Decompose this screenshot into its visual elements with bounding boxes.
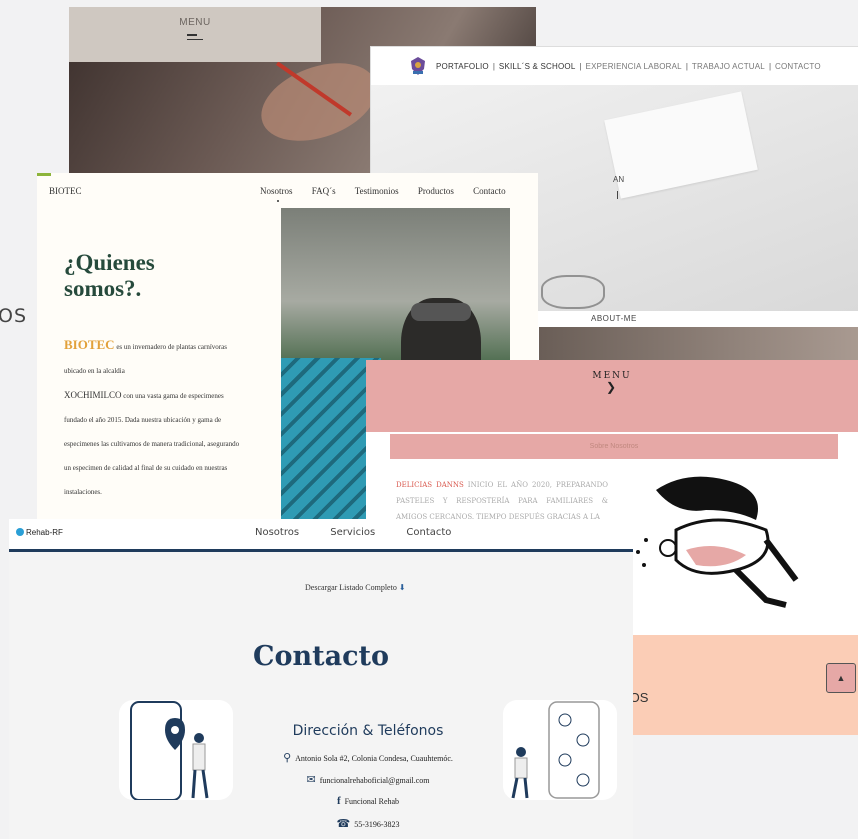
- download-icon: ⬇: [398, 583, 406, 592]
- address-line: ⚲ Antonio Sola #2, Colonia Condesa, Cuauh…: [283, 752, 453, 764]
- hand-image: [250, 48, 388, 156]
- logo-icon: [16, 528, 24, 536]
- nav-contacto[interactable]: CONTACTO: [775, 62, 821, 71]
- phone-icon: ☎: [336, 818, 351, 830]
- contact-title: Contacto: [252, 641, 389, 672]
- phone-line[interactable]: ☎ 55-3196-3823: [9, 817, 633, 830]
- chevron-up-icon: ▲: [836, 673, 846, 683]
- scroll-top-button[interactable]: ▲: [826, 663, 856, 693]
- menu-bar[interactable]: MENU ❯: [366, 360, 858, 432]
- nav-portafolio[interactable]: PORTAFOLIO: [436, 62, 489, 71]
- background-text: OS: [0, 305, 28, 327]
- download-link[interactable]: Descargar Listado Completo ⬇: [305, 583, 406, 592]
- xochimilco-highlight: XOCHIMILCO: [64, 390, 122, 400]
- brand-highlight: DELICIAS DANNS: [396, 481, 464, 489]
- location-pin-icon: ⚲: [283, 752, 292, 764]
- directions-heading: Dirección & Teléfonos: [292, 723, 444, 739]
- nav-testimonios[interactable]: Testimonios: [355, 186, 399, 196]
- mail-icon: ✉: [306, 774, 316, 786]
- nav-faqs[interactable]: FAQ´s: [312, 186, 336, 196]
- biotec-brand[interactable]: BIOTEC: [49, 186, 82, 196]
- running-person-illustration: [636, 476, 799, 608]
- intro-paragraph: BIOTEC es un invernadero de plantas carn…: [64, 337, 240, 496]
- nav-contacto[interactable]: Contacto: [473, 186, 506, 196]
- crest-logo-icon: [411, 57, 425, 75]
- nav-productos[interactable]: Productos: [418, 186, 454, 196]
- nav-nosotros[interactable]: Nosotros: [260, 186, 293, 196]
- sobre-nosotros-banner: Sobre Nosotros: [390, 434, 838, 459]
- nav-nosotros[interactable]: Nosotros: [255, 527, 299, 538]
- about-photo: [539, 327, 858, 361]
- rehab-nav: Rehab-RF Nosotros Servicios Contacto: [9, 519, 633, 552]
- chevron-down-icon: ❯: [605, 380, 619, 394]
- menu-button[interactable]: MENU: [69, 7, 321, 62]
- accent-bar: [37, 173, 51, 176]
- about-me-heading: ABOUT-ME: [539, 311, 858, 327]
- page-title: ¿Quienes somos?.: [64, 250, 155, 301]
- nav-servicios[interactable]: Servicios: [330, 527, 375, 538]
- biotec-highlight: BIOTEC: [64, 337, 115, 352]
- portfolio-nav: PORTAFOLIO | SKILL´S & SCHOOL | EXPERIEN…: [371, 47, 858, 86]
- facebook-icon: f: [336, 795, 341, 807]
- nav-skills[interactable]: SKILL´S & SCHOOL: [499, 62, 576, 71]
- rehab-brand[interactable]: Rehab-RF: [16, 528, 63, 537]
- about-text: DELICIAS DANNS INICIO EL AÑO 2020, PREPA…: [396, 481, 608, 521]
- biotec-nav: Nosotros FAQ´s Testimonios Productos Con…: [260, 186, 506, 196]
- thumbnail-rehab-site[interactable]: Rehab-RF Nosotros Servicios Contacto Des…: [9, 519, 633, 839]
- nav-trabajo[interactable]: TRABAJO ACTUAL: [692, 62, 765, 71]
- hamburger-icon: [187, 34, 203, 40]
- hero-text: AN: [613, 175, 625, 184]
- email-line[interactable]: ✉ funcionalrehaboficial@gmail.com: [9, 773, 633, 786]
- menu-label: MENU: [179, 17, 211, 28]
- nav-experiencia[interactable]: EXPERIENCIA LABORAL: [586, 62, 682, 71]
- nav-contacto[interactable]: Contacto: [406, 527, 451, 538]
- glasses-image: [541, 275, 605, 309]
- facebook-line[interactable]: f Funcional Rehab: [9, 795, 633, 807]
